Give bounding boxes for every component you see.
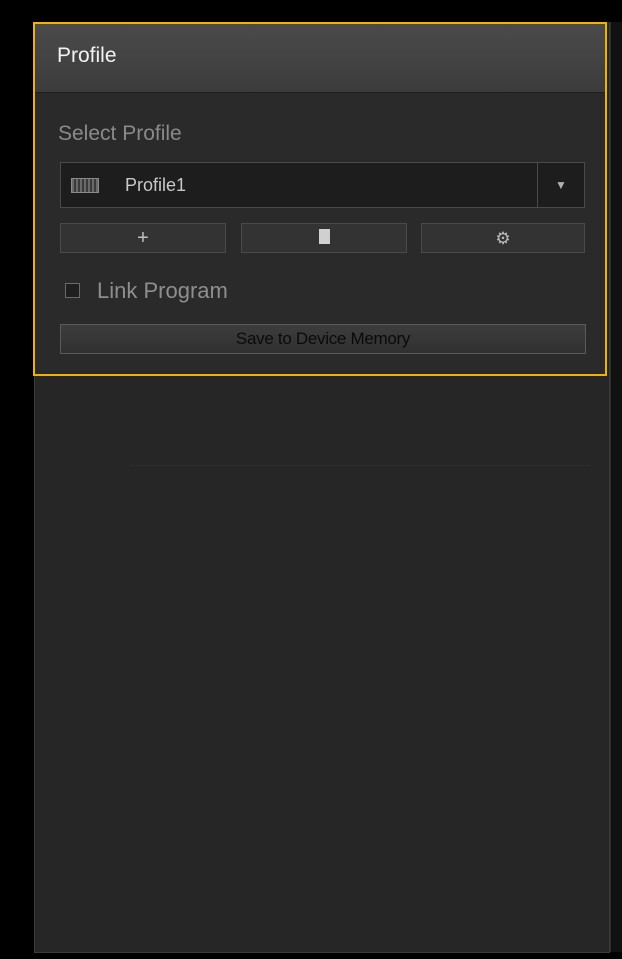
profile-settings-button[interactable]: ⚙: [421, 223, 585, 253]
save-to-device-button[interactable]: Save to Device Memory: [60, 324, 586, 354]
selected-profile-value: Profile1: [125, 175, 187, 195]
plus-icon: +: [137, 227, 149, 249]
profile-title: Profile: [57, 44, 117, 67]
keyboard-icon: [71, 178, 99, 193]
right-edge-strip: [610, 22, 622, 952]
profile-dropdown[interactable]: Profile1 ▼: [60, 162, 585, 208]
delete-profile-button[interactable]: [241, 223, 407, 253]
add-profile-button[interactable]: +: [60, 223, 226, 253]
profile-section: Profile Select Profile Profile1 ▼ + ⚙ Li…: [33, 22, 607, 376]
gear-icon: ⚙: [495, 229, 511, 248]
link-program-checkbox[interactable]: [65, 283, 80, 298]
divider: [130, 465, 590, 466]
app-window: Profile Select Profile Profile1 ▼ + ⚙ Li…: [0, 0, 622, 959]
select-profile-label: Select Profile: [58, 122, 182, 145]
link-program-label[interactable]: Link Program: [97, 278, 228, 304]
trash-icon: [318, 229, 330, 245]
chevron-down-icon[interactable]: ▼: [537, 163, 584, 207]
profile-header: Profile: [35, 24, 605, 93]
